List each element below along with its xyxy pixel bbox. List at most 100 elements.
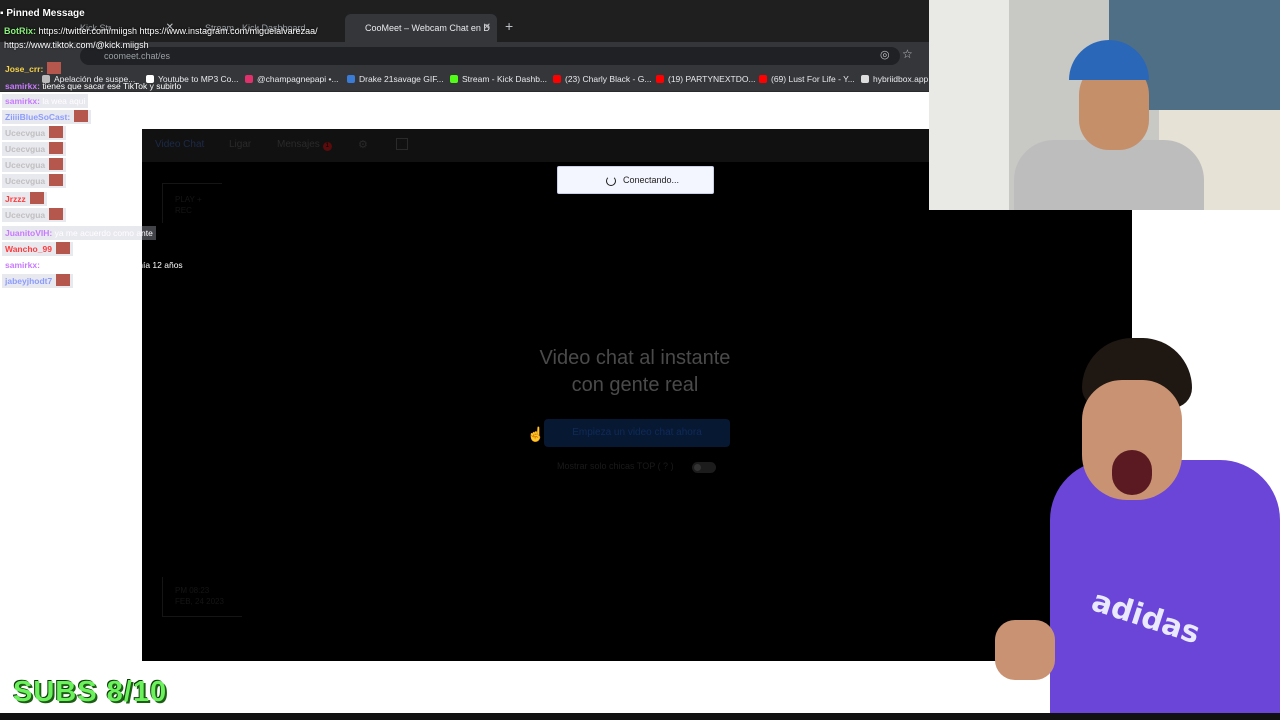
bookmark-favicon-icon	[861, 75, 869, 83]
eye-off-icon[interactable]: ◎	[880, 48, 894, 62]
gear-icon[interactable]: ⚙	[358, 138, 368, 151]
date-label: FEB, 24 2023	[175, 597, 224, 606]
chat-username: samirkx:	[5, 260, 40, 270]
bookmark-label: hybriidbox.app	[873, 74, 929, 84]
shirt-shape	[1050, 460, 1280, 720]
bookmark-item[interactable]: hybriidbox.app	[861, 74, 928, 84]
chat-username: samirkx:	[5, 96, 40, 106]
kick-icon	[450, 75, 458, 83]
close-icon[interactable]: ✕	[483, 14, 491, 42]
spinner-icon	[606, 176, 616, 186]
top-toggle-switch[interactable]	[692, 462, 716, 473]
chat-text: https://twitter.com/miigsh https://www.i…	[36, 26, 318, 36]
emote-icon	[47, 62, 62, 74]
chat-message: Wancho_99	[2, 242, 73, 256]
youtube-icon	[759, 75, 767, 83]
chat-message: JuanitoVIH: ya me acuerdo como ante	[2, 226, 156, 240]
bookmark-item[interactable]: Stream - Kick Dashb...	[450, 74, 547, 84]
bookmark-label: (23) Charly Black - G...	[565, 74, 652, 84]
chat-text: la wea aqui	[39, 96, 86, 106]
bookmark-label: (19) PARTYNEXTDO...	[668, 74, 756, 84]
nav-ligar[interactable]: Ligar	[229, 139, 251, 150]
chat-username: Ucecvgua	[5, 160, 46, 170]
bookmark-item[interactable]: @champagnepapi •...	[245, 74, 339, 84]
emote-icon	[56, 274, 71, 286]
chat-message: Ucecvgua	[2, 174, 67, 188]
pinned-title-text: Pinned Message	[6, 8, 85, 19]
chat-message: Ucecvgua	[2, 158, 67, 172]
nav-mensajes-label: Mensajes	[277, 139, 320, 150]
emote-icon	[29, 192, 44, 204]
chat-text: yo me acuerdo cuando tenía 12 años	[39, 260, 183, 270]
url-field[interactable]: coomeet.chat/es	[80, 47, 900, 65]
tab-coomeet[interactable]: CooMeet – Webcam Chat en D ✕	[345, 14, 497, 42]
chat-username: Ucecvgua	[5, 144, 46, 154]
bookmark-item[interactable]: (19) PARTYNEXTDO...	[656, 74, 756, 84]
connecting-toast: Conectando...	[557, 166, 714, 194]
new-tab-icon[interactable]: +	[505, 18, 513, 34]
youtube-icon	[553, 75, 561, 83]
chat-username: Ucecvgua	[5, 210, 46, 220]
hand-cursor-icon: ☝	[527, 426, 545, 442]
bookmark-item[interactable]: (69) Lust For Life - Y...	[759, 74, 855, 84]
chat-username: samirkx:	[5, 81, 40, 91]
time-label: PM 08:23	[175, 586, 210, 595]
chat-message: Ucecvgua	[2, 126, 67, 140]
top-girls-option: Mostrar solo chicas TOP ( ? )	[557, 461, 674, 471]
play-rec-box: PLAY + REC	[162, 183, 222, 223]
top-toggle-label: Mostrar solo chicas TOP	[557, 461, 656, 471]
emote-icon	[49, 208, 64, 220]
emote-icon	[49, 174, 64, 186]
emote-icon	[74, 110, 89, 122]
hero-line-1: Video chat al instante	[539, 347, 731, 369]
start-video-chat-button[interactable]: Empieza un video chat ahora	[544, 419, 730, 447]
chat-message: Ucecvgua	[2, 208, 67, 222]
hero-heading: Video chat al instante con gente real	[142, 345, 1128, 399]
instagram-icon	[245, 75, 253, 83]
tab-label: CooMeet – Webcam Chat en D	[365, 23, 490, 33]
chat-username: ZiiiiBlueSoCast:	[5, 112, 71, 122]
gif-icon	[347, 75, 355, 83]
chat-text: ya me acuerdo como ante	[52, 228, 153, 238]
subs-goal: SUBS 8/10	[13, 676, 168, 708]
chat-message: ZiiiiBlueSoCast:	[2, 110, 92, 124]
help-icon[interactable]: ( ? )	[658, 461, 674, 471]
timestamp-box: PM 08:23 FEB, 24 2023	[162, 577, 242, 617]
unread-badge: 1	[322, 142, 332, 151]
chat-username: Jrzzz	[5, 194, 26, 204]
chat-username: Jose_crr:	[5, 64, 44, 74]
webcam-feed	[929, 0, 1280, 210]
chat-text: tienes que sacar ese TikTok y subirlo	[39, 81, 182, 91]
hoodie-shape	[1014, 140, 1204, 210]
star-icon[interactable]: ☆	[902, 47, 913, 61]
chat-username: Ucecvgua	[5, 176, 46, 186]
play-label: PLAY +	[175, 195, 202, 204]
mouth-shape	[1112, 450, 1152, 495]
hand-shape	[995, 620, 1055, 680]
hero-line-2: con gente real	[571, 374, 699, 396]
rec-label: REC	[175, 206, 192, 215]
fullscreen-icon[interactable]	[396, 138, 408, 150]
chat-username: JuanitoVIH:	[5, 228, 53, 238]
youtube-icon	[656, 75, 664, 83]
chat-message: Ucecvgua	[2, 142, 67, 156]
bookmark-item[interactable]: Drake 21savage GIF...	[347, 74, 444, 84]
emote-icon	[55, 242, 70, 254]
chat-username: BotRix:	[4, 26, 36, 36]
chat-message: Jrzzz	[2, 192, 47, 206]
reactor-cutout: adidas	[990, 330, 1280, 720]
chat-message: samirkx: tienes que sacar ese TikTok y s…	[2, 79, 184, 93]
pinned-line: BotRix: https://twitter.com/miigsh https…	[4, 26, 318, 36]
chat-text: https://www.tiktok.com/@kick.miigsh	[4, 40, 149, 50]
bookmark-label: @champagnepapi •...	[257, 74, 339, 84]
pinned-message-title: ▪ Pinned Message	[0, 8, 85, 19]
emote-icon	[49, 126, 64, 138]
chat-message: samirkx: la wea aqui	[2, 94, 89, 108]
bookmark-label: (69) Lust For Life - Y...	[771, 74, 855, 84]
chat-username: Wancho_99	[5, 244, 52, 254]
pinned-line: https://www.tiktok.com/@kick.miigsh	[4, 40, 149, 50]
nav-video-chat[interactable]: Video Chat	[155, 139, 204, 150]
nav-mensajes[interactable]: Mensajes 1	[277, 139, 332, 151]
bookmark-item[interactable]: (23) Charly Black - G...	[553, 74, 651, 84]
emote-icon	[49, 158, 64, 170]
